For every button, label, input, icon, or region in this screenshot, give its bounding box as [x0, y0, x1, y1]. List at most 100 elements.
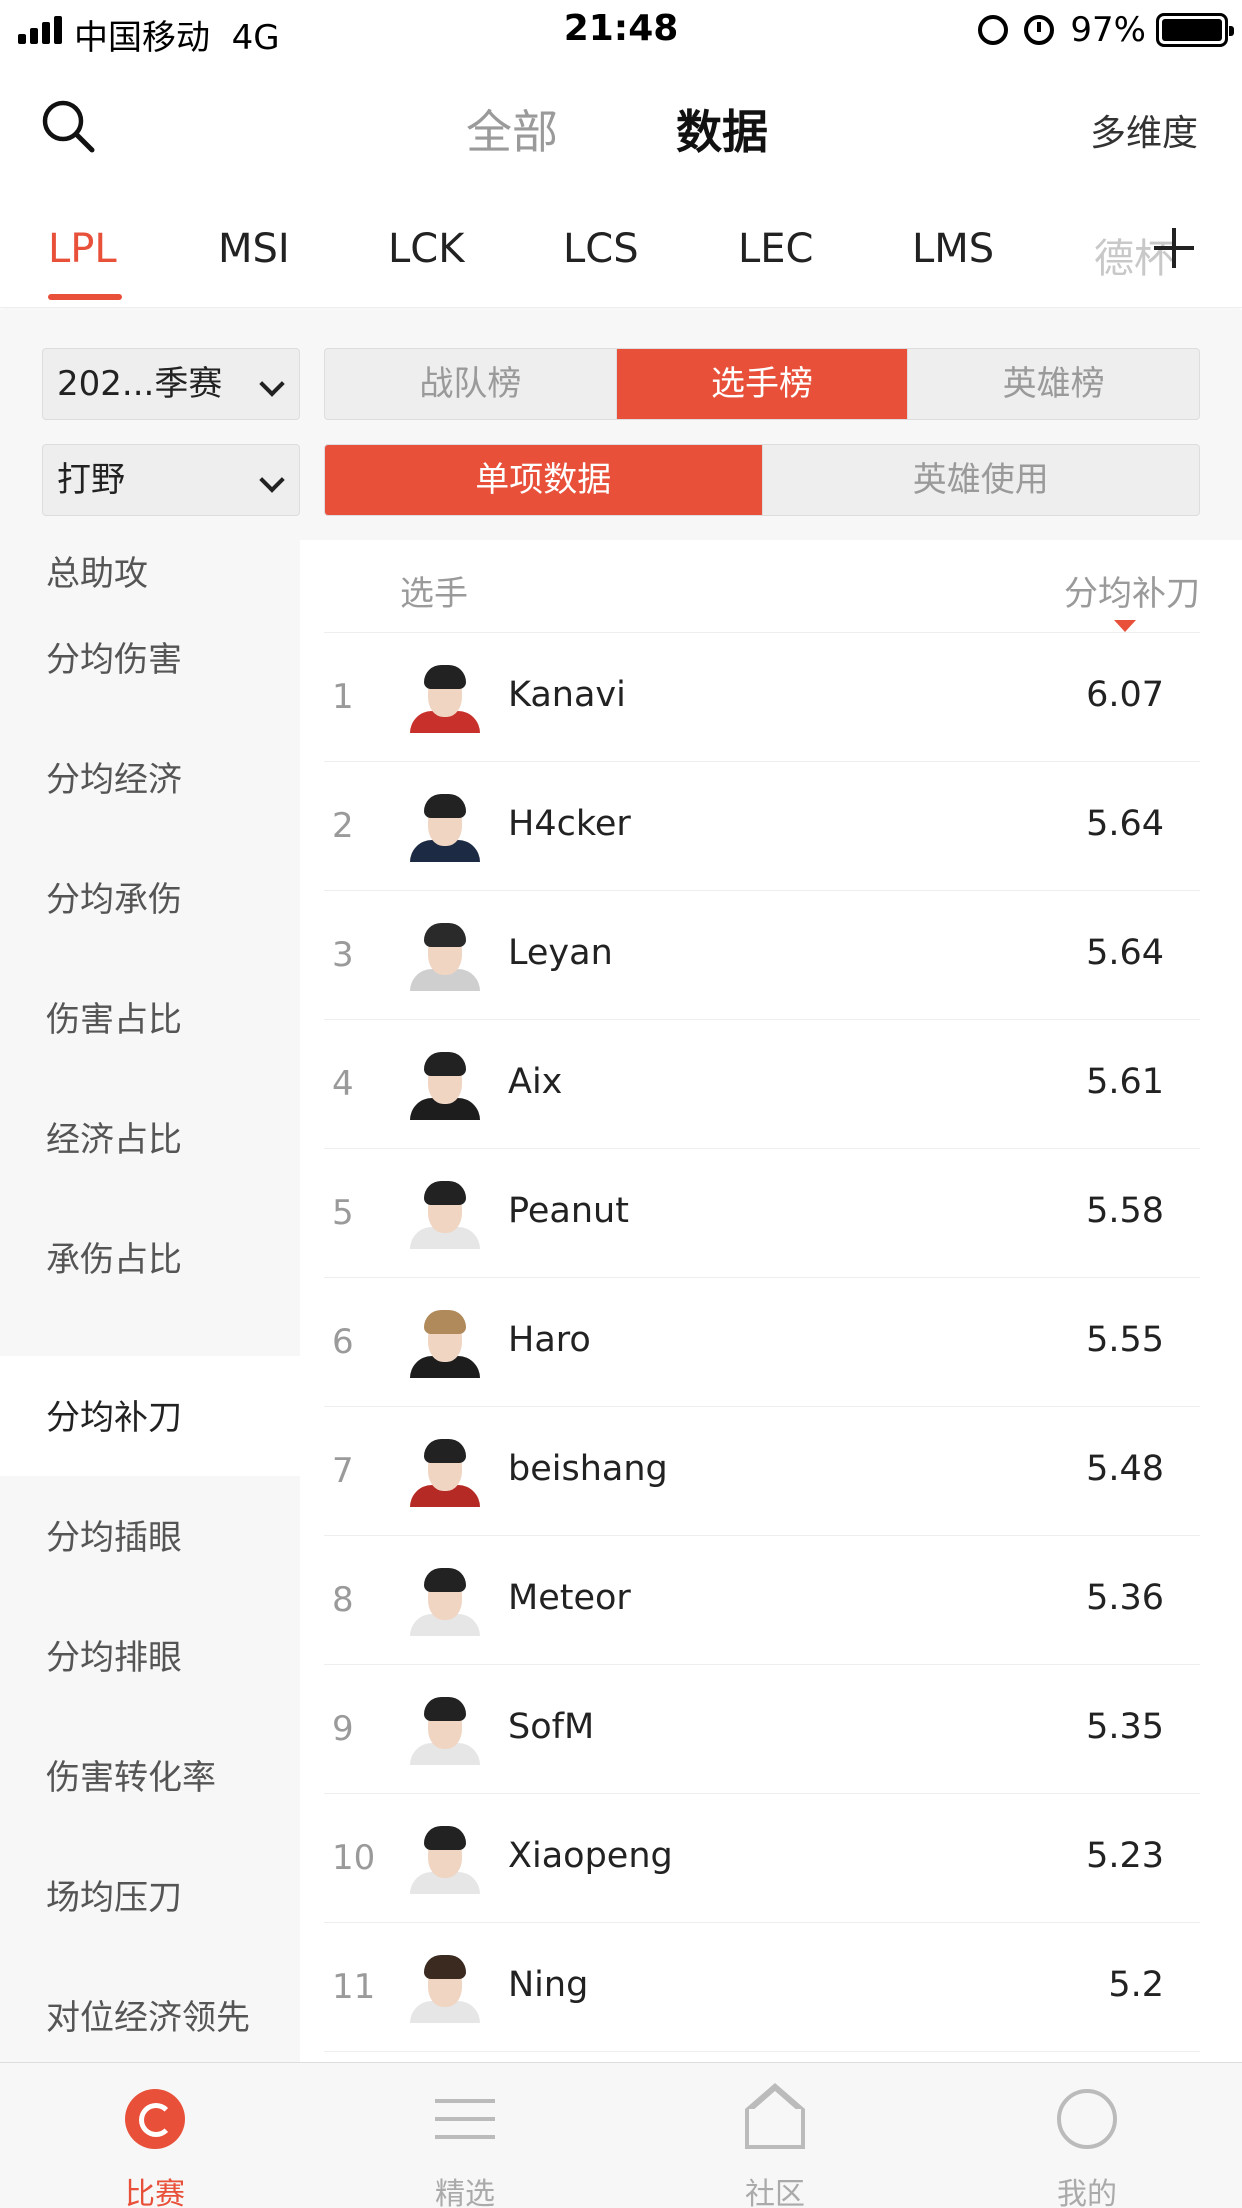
- stat-menu-item[interactable]: 伤害占比: [0, 966, 300, 1086]
- player-name: beishang: [508, 1449, 668, 1489]
- data-type-switch: 单项数据 英雄使用: [324, 444, 1200, 516]
- avatar: [410, 1048, 480, 1120]
- rank-number: 6: [332, 1322, 354, 1362]
- avatar: [410, 790, 480, 862]
- avatar: [410, 919, 480, 991]
- role-value: 打野: [57, 460, 125, 500]
- stat-menu-item[interactable]: 伤害转化率: [0, 1716, 300, 1836]
- league-tab-lpl[interactable]: LPL: [48, 226, 117, 272]
- rank-number: 11: [332, 1967, 376, 2007]
- tab-profile[interactable]: 我的: [932, 2063, 1242, 2208]
- table-row[interactable]: 10 Xiaopeng 5.23: [324, 1794, 1200, 1923]
- avatar: [410, 1564, 480, 1636]
- tab-match-label: 比赛: [125, 2177, 185, 2208]
- league-tab-lck[interactable]: LCK: [388, 226, 464, 272]
- rank-number: 1: [332, 677, 354, 717]
- top-header: 全部 数据 多维度: [0, 60, 1242, 190]
- stat-menu-item[interactable]: 经济占比: [0, 1086, 300, 1206]
- rank-number: 5: [332, 1193, 354, 1233]
- tab-community[interactable]: 社区: [620, 2063, 930, 2208]
- role-select[interactable]: 打野: [42, 444, 300, 516]
- tab-featured[interactable]: 精选: [310, 2063, 620, 2208]
- table-row[interactable]: 8 Meteor 5.36: [324, 1536, 1200, 1665]
- avatar: [410, 1693, 480, 1765]
- table-row[interactable]: 2 H4cker 5.64: [324, 762, 1200, 891]
- player-name: Haro: [508, 1320, 591, 1360]
- stat-menu-item[interactable]: 分均插眼: [0, 1476, 300, 1596]
- rank-number: 4: [332, 1064, 354, 1104]
- stat-value: 5.23: [1086, 1836, 1164, 1876]
- filter-area: 202...季赛 打野 战队榜 选手榜 英雄榜 单项数据 英雄使用: [0, 310, 1242, 540]
- alarm-icon: [1024, 15, 1055, 45]
- table-row[interactable]: 7 beishang 5.48: [324, 1407, 1200, 1536]
- tab-hero-usage[interactable]: 英雄使用: [763, 445, 1200, 515]
- profile-icon: [1057, 2089, 1117, 2149]
- table-row[interactable]: 4 Aix 5.61: [324, 1020, 1200, 1149]
- rank-number: 3: [332, 935, 354, 975]
- player-name: Peanut: [508, 1191, 629, 1231]
- tab-player-ranking[interactable]: 选手榜: [616, 349, 909, 419]
- stat-value: 5.48: [1086, 1449, 1164, 1489]
- stat-value: 6.07: [1086, 675, 1164, 715]
- table-row[interactable]: 3 Leyan 5.64: [324, 891, 1200, 1020]
- avatar: [410, 1177, 480, 1249]
- stat-menu-item[interactable]: 分均排眼: [0, 1596, 300, 1716]
- community-icon: [745, 2083, 805, 2149]
- stat-menu-item[interactable]: 分均经济: [0, 726, 300, 846]
- player-name: Kanavi: [508, 675, 626, 715]
- tab-single-stats[interactable]: 单项数据: [325, 445, 763, 515]
- stat-menu-item[interactable]: 对位经济领先: [0, 1956, 300, 2062]
- tab-all[interactable]: 全部: [466, 96, 558, 162]
- stat-value: 5.61: [1086, 1062, 1164, 1102]
- tab-data[interactable]: 数据: [676, 96, 768, 162]
- status-right: 97%: [978, 10, 1234, 50]
- stat-menu: 总助攻 分均伤害 分均经济 分均承伤 伤害占比 经济占比 承伤占比 分均补刀 分…: [0, 540, 300, 2062]
- tab-match[interactable]: 比赛: [0, 2063, 310, 2208]
- sort-desc-icon[interactable]: [1114, 620, 1136, 632]
- tab-team-ranking[interactable]: 战队榜: [325, 349, 617, 419]
- chevron-down-icon: [259, 371, 285, 397]
- stat-menu-item-active[interactable]: 分均补刀: [0, 1356, 300, 1476]
- player-name: SofM: [508, 1707, 595, 1747]
- player-name: Aix: [508, 1062, 563, 1102]
- active-tab-indicator: [48, 294, 122, 300]
- stat-menu-item[interactable]: 分均承伤: [0, 846, 300, 966]
- stat-value: 5.64: [1086, 804, 1164, 844]
- search-icon[interactable]: [40, 98, 96, 154]
- league-tab-lms[interactable]: LMS: [912, 226, 994, 272]
- stat-menu-item[interactable]: 分均伤害: [0, 606, 300, 726]
- league-tab-lcs[interactable]: LCS: [563, 226, 639, 272]
- rank-number: 2: [332, 806, 354, 846]
- player-name: Xiaopeng: [508, 1836, 673, 1876]
- tab-featured-label: 精选: [435, 2177, 495, 2208]
- stat-value: 5.58: [1086, 1191, 1164, 1231]
- multi-dimension-link[interactable]: 多维度: [1090, 104, 1198, 156]
- tab-hero-ranking[interactable]: 英雄榜: [908, 349, 1199, 419]
- table-row[interactable]: 5 Peanut 5.58: [324, 1149, 1200, 1278]
- league-tab-msi[interactable]: MSI: [218, 226, 290, 272]
- ranking-type-switch: 战队榜 选手榜 英雄榜: [324, 348, 1200, 420]
- column-header-stat[interactable]: 分均补刀: [1064, 566, 1200, 615]
- table-row[interactable]: 1 Kanavi 6.07: [324, 633, 1200, 762]
- season-select[interactable]: 202...季赛: [42, 348, 300, 420]
- avatar: [410, 1435, 480, 1507]
- league-tabs: LPL MSI LCK LCS LEC LMS 德杯: [0, 190, 1242, 308]
- rank-number: 10: [332, 1838, 376, 1878]
- avatar: [410, 1306, 480, 1378]
- table-row[interactable]: 9 SofM 5.35: [324, 1665, 1200, 1794]
- league-tab-lec[interactable]: LEC: [738, 226, 814, 272]
- stat-value: 5.35: [1086, 1707, 1164, 1747]
- list-icon: [435, 2089, 495, 2149]
- stat-menu-item[interactable]: 场均压刀: [0, 1836, 300, 1956]
- table-row[interactable]: 11 Ning 5.2: [324, 1923, 1200, 2052]
- table-row[interactable]: 6 Haro 5.55: [324, 1278, 1200, 1407]
- rank-number: 7: [332, 1451, 354, 1491]
- battery-percent: 97%: [1070, 10, 1146, 50]
- stat-value: 5.36: [1086, 1578, 1164, 1618]
- tab-profile-label: 我的: [1057, 2177, 1117, 2208]
- plus-icon[interactable]: [1154, 228, 1194, 268]
- status-bar: 中国移动 4G 21:48 97%: [0, 0, 1242, 60]
- player-name: Ning: [508, 1965, 589, 2005]
- stat-menu-item[interactable]: 承伤占比: [0, 1206, 300, 1326]
- avatar: [410, 1951, 480, 2023]
